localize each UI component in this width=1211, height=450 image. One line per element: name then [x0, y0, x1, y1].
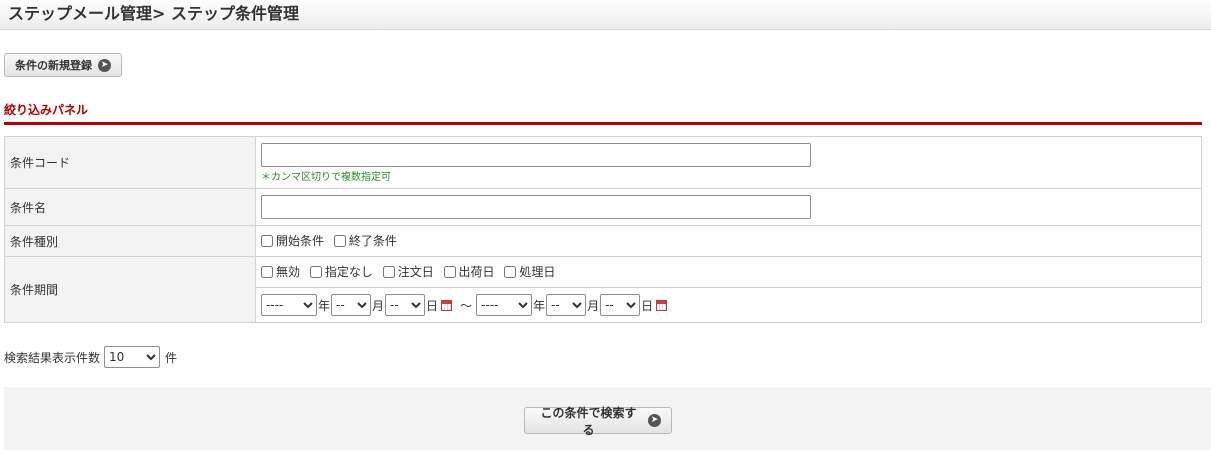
filter-panel-title: 絞り込みパネル	[4, 103, 89, 117]
period-order-date-checkbox[interactable]: 注文日	[382, 263, 434, 280]
search-button[interactable]: この条件で検索する ➤	[524, 406, 672, 437]
start-month-select[interactable]: --	[331, 294, 372, 316]
condition-name-label: 条件名	[4, 188, 256, 226]
end-year-select[interactable]: ----	[476, 294, 533, 316]
results-count-row: 検索結果表示件数 10 件	[4, 346, 177, 368]
calendar-icon[interactable]	[656, 299, 668, 311]
end-month-select[interactable]: --	[546, 294, 587, 316]
month-unit: 月	[587, 298, 600, 313]
search-button-label: この条件で検索する	[540, 405, 637, 437]
date-range-separator: ～	[460, 298, 473, 313]
circle-arrow-right-icon: ➤	[648, 414, 661, 427]
results-count-unit: 件	[165, 350, 178, 365]
results-count-select[interactable]: 10	[104, 346, 161, 368]
start-day-select[interactable]: --	[385, 294, 426, 316]
condition-type-label: 条件種別	[4, 225, 256, 257]
date-range: ---- 年 -- 月 -- 日 ～ ---- 年 -- 月 -- 日	[261, 294, 1196, 316]
type-end-checkbox[interactable]: 終了条件	[333, 232, 397, 249]
condition-code-note: ＊カンマ区切りで複数指定可	[261, 171, 391, 183]
end-day-select[interactable]: --	[600, 294, 641, 316]
condition-name-input[interactable]	[261, 195, 811, 219]
condition-period-label: 条件期間	[4, 256, 256, 323]
period-none-checkbox[interactable]: 無効	[261, 263, 300, 280]
circle-arrow-right-icon: ➤	[98, 58, 111, 72]
new-condition-button-label: 条件の新規登録	[15, 59, 92, 72]
condition-code-label: 条件コード	[4, 136, 256, 189]
month-unit: 月	[372, 298, 385, 313]
new-condition-button[interactable]: 条件の新規登録 ➤	[4, 53, 122, 77]
day-unit: 日	[426, 298, 439, 313]
calendar-icon[interactable]	[441, 299, 453, 311]
day-unit: 日	[641, 298, 654, 313]
year-unit: 年	[533, 298, 546, 313]
filter-panel-divider	[4, 122, 1202, 125]
period-process-date-checkbox[interactable]: 処理日	[504, 263, 555, 280]
condition-code-input[interactable]	[261, 142, 811, 167]
year-unit: 年	[318, 298, 331, 313]
page-title: ステップメール管理> ステップ条件管理	[8, 4, 299, 23]
page-header: ステップメール管理> ステップ条件管理	[0, 0, 1211, 30]
period-unspecified-checkbox[interactable]: 指定なし	[309, 263, 373, 280]
type-start-checkbox[interactable]: 開始条件	[261, 232, 324, 249]
results-count-label: 検索結果表示件数	[4, 350, 101, 365]
search-footer: この条件で検索する ➤	[4, 387, 1211, 450]
filter-table: 条件コード ＊カンマ区切りで複数指定可 条件名 条件種別 開始条件 終了条件 条…	[4, 136, 1202, 323]
period-ship-date-checkbox[interactable]: 出荷日	[443, 263, 495, 280]
start-year-select[interactable]: ----	[261, 294, 317, 316]
